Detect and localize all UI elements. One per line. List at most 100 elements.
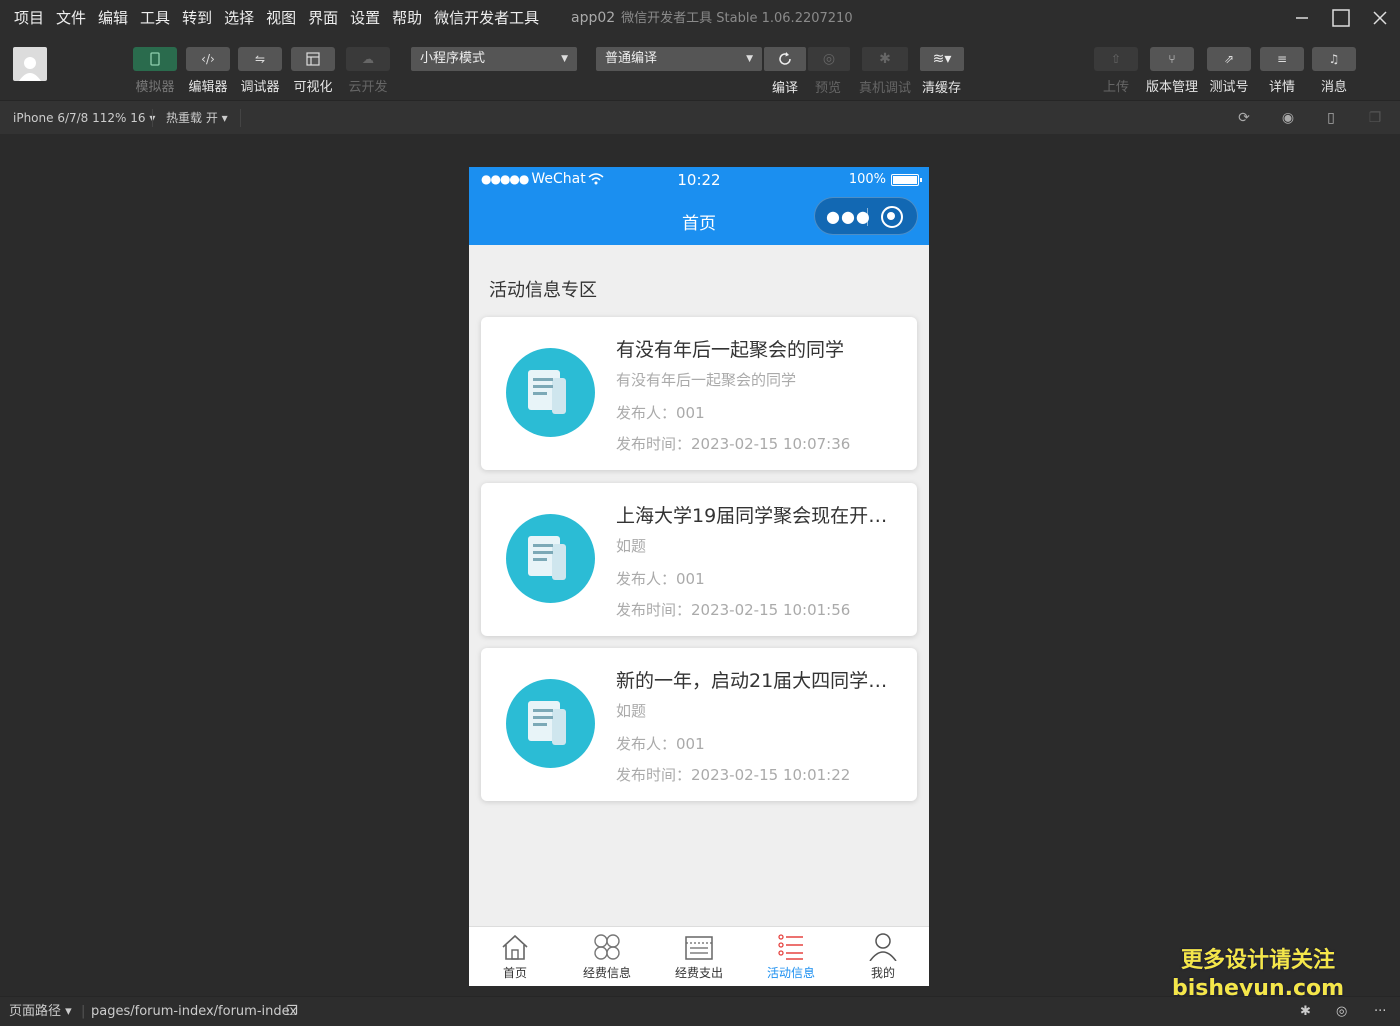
menu-lines-icon: ≡ — [1276, 52, 1288, 66]
home-icon — [502, 934, 528, 960]
card-title: 上海大学19届同学聚会现在开始报名了 — [616, 505, 901, 527]
editor-label: 编辑器 — [188, 80, 228, 95]
divider — [240, 109, 241, 127]
version-tool[interactable]: ⑂ 版本管理 — [1146, 47, 1198, 95]
card-subtitle: 如题 — [616, 537, 647, 555]
close-button[interactable] — [1360, 0, 1400, 36]
cloud-icon: ☁ — [362, 52, 374, 66]
activity-card[interactable]: 有没有年后一起聚会的同学 有没有年后一起聚会的同学 发布人：001 发布时间：2… — [481, 317, 917, 470]
menu-view[interactable]: 视图 — [260, 0, 302, 36]
user-avatar-icon — [19, 57, 41, 81]
eye-icon[interactable]: ◎ — [1336, 997, 1347, 1026]
more-icon[interactable]: ●●● — [826, 208, 870, 226]
compile-select[interactable]: 普通编译 ▼ — [596, 47, 762, 71]
visual-label: 可视化 — [293, 80, 333, 95]
preview-label: 预览 — [815, 81, 842, 96]
menu-edit[interactable]: 编辑 — [92, 0, 134, 36]
minimize-button[interactable] — [1282, 0, 1322, 36]
maximize-button[interactable] — [1321, 0, 1361, 36]
toolbar: 模拟器 ‹/› 编辑器 ⇋ 调试器 可视化 ☁ 云开发 小程序模式 ▼ 普通编译… — [0, 36, 1400, 100]
visual-tool[interactable]: 可视化 — [291, 47, 335, 95]
menu-interface[interactable]: 界面 — [302, 0, 344, 36]
activity-card[interactable]: 新的一年，启动21届大四同学聚会 如题 发布人：001 发布时间：2023-02… — [481, 648, 917, 801]
tab-home[interactable]: 首页 — [469, 927, 561, 986]
document-icon — [506, 348, 595, 437]
compile-button[interactable] — [764, 47, 806, 71]
tab-funding-info[interactable]: 经费信息 — [561, 927, 653, 986]
tab-funding-expense[interactable]: 经费支出 — [653, 927, 745, 986]
section-title: 活动信息专区 — [489, 280, 597, 301]
divider — [152, 109, 153, 127]
chevron-down-icon: ▼ — [561, 54, 568, 64]
layout-icon — [306, 52, 320, 66]
preview-button[interactable]: ◎ — [808, 47, 850, 71]
tab-label: 经费信息 — [582, 966, 631, 980]
clear-cache-button[interactable]: ≋▾ — [920, 47, 964, 71]
menu-bar: 项目 文件 编辑 工具 转到 选择 视图 界面 设置 帮助 微信开发者工具 — [0, 0, 545, 36]
test-account-tool[interactable]: ⇗ 测试号 — [1207, 47, 1251, 95]
close-miniprogram-icon[interactable] — [881, 206, 903, 228]
mode-select[interactable]: 小程序模式 ▼ — [411, 47, 577, 71]
battery-icon — [891, 173, 922, 186]
bug-icon[interactable]: ✱ — [1300, 997, 1311, 1026]
window-title: app02 微信开发者工具 Stable 1.06.2207210 — [571, 0, 853, 37]
title-bar: 项目 文件 编辑 工具 转到 选择 视图 界面 设置 帮助 微信开发者工具 ap… — [0, 0, 1400, 36]
messages-tool[interactable]: ♫ 消息 — [1312, 47, 1356, 95]
menu-tools[interactable]: 工具 — [134, 0, 176, 36]
bug-icon: ✱ — [879, 51, 891, 67]
copy-icon[interactable]: ❐ — [286, 997, 298, 1026]
compile-select-value: 普通编译 — [605, 51, 658, 66]
editor-tool[interactable]: ‹/› 编辑器 — [186, 47, 230, 95]
menu-settings[interactable]: 设置 — [344, 0, 386, 36]
simulator-bar: iPhone 6/7/8 112% 16 ▾ 热重载 开 ▾ ⟳ ◉ ▯ ❐ — [0, 100, 1400, 134]
avatar[interactable] — [13, 47, 47, 81]
menu-file[interactable]: 文件 — [50, 0, 92, 36]
messages-label: 消息 — [1320, 80, 1347, 95]
more-icon[interactable]: ··· — [1374, 997, 1386, 1026]
window-icon[interactable]: ❐ — [1366, 109, 1384, 127]
cloud-label: 云开发 — [348, 80, 388, 95]
card-title: 新的一年，启动21届大四同学聚会 — [616, 670, 901, 692]
card-author: 发布人：001 — [616, 735, 705, 753]
tab-activity-info[interactable]: 活动信息 — [745, 927, 837, 986]
cloud-tool[interactable]: ☁ 云开发 — [346, 47, 390, 95]
tab-mine[interactable]: 我的 — [837, 927, 929, 986]
document-icon — [506, 514, 595, 603]
compile-label: 编译 — [772, 81, 799, 96]
rotate-icon[interactable]: ⟳ — [1235, 109, 1253, 127]
capsule-divider — [867, 208, 868, 226]
minimize-icon — [1296, 17, 1308, 19]
document-icon — [506, 679, 595, 768]
battery-status: 100% — [848, 172, 922, 187]
record-icon[interactable]: ◉ — [1279, 109, 1297, 127]
maximize-icon — [1332, 9, 1350, 27]
card-author: 发布人：001 — [616, 570, 705, 588]
activity-card[interactable]: 上海大学19届同学聚会现在开始报名了 如题 发布人：001 发布时间：2023-… — [481, 483, 917, 636]
debugger-tool[interactable]: ⇋ 调试器 — [238, 47, 282, 95]
menu-wechat-devtools[interactable]: 微信开发者工具 — [428, 0, 545, 36]
simulator-tool[interactable]: 模拟器 — [133, 47, 177, 95]
tab-label: 活动信息 — [766, 966, 815, 980]
device-debug-button[interactable]: ✱ — [862, 47, 908, 71]
card-subtitle: 有没有年后一起聚会的同学 — [616, 371, 797, 389]
device-select[interactable]: iPhone 6/7/8 112% 16 ▾ — [13, 101, 155, 135]
details-tool[interactable]: ≡ 详情 — [1260, 47, 1304, 95]
debugger-label: 调试器 — [240, 80, 280, 95]
device-debug-label: 真机调试 — [859, 81, 912, 96]
upload-tool[interactable]: ⇧ 上传 — [1094, 47, 1138, 95]
page-path-select[interactable]: 页面路径 ▾ — [9, 997, 72, 1026]
clear-cache-label: 清缓存 — [922, 81, 962, 96]
watermark: 更多设计请关注 bisheyun.com — [1172, 947, 1344, 1003]
hot-reload-select[interactable]: 热重载 开 ▾ — [166, 101, 228, 135]
menu-goto[interactable]: 转到 — [176, 0, 218, 36]
card-time: 发布时间：2023-02-15 10:01:56 — [616, 601, 851, 619]
menu-help[interactable]: 帮助 — [386, 0, 428, 36]
divider: | — [81, 1004, 86, 1019]
status-bar: ●●●●● WeChat 10:22 100% — [469, 167, 929, 194]
bell-icon: ♫ — [1328, 52, 1340, 66]
device-icon[interactable]: ▯ — [1322, 109, 1340, 127]
battery-percent: 100% — [848, 172, 886, 187]
tab-label: 我的 — [870, 966, 895, 980]
menu-select[interactable]: 选择 — [218, 0, 260, 36]
menu-project[interactable]: 项目 — [8, 0, 50, 36]
